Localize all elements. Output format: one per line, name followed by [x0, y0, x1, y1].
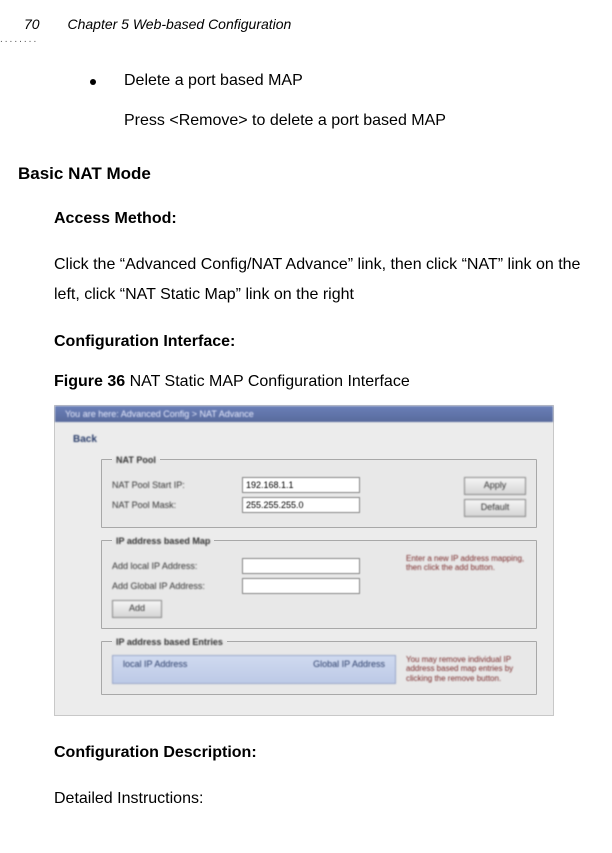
section-heading: Basic NAT Mode — [18, 164, 602, 184]
ip-map-hint: Enter a new IP address mapping, then cli… — [406, 554, 526, 618]
default-button[interactable]: Default — [464, 499, 526, 517]
entries-fieldset: IP address based Entries local IP Addres… — [101, 637, 537, 695]
global-ip-input[interactable] — [242, 578, 360, 594]
apply-button[interactable]: Apply — [464, 477, 526, 495]
screenshot-figure: You are here: Advanced Config > NAT Adva… — [54, 405, 554, 716]
figure-label: Figure 36 — [54, 373, 125, 390]
entries-legend: IP address based Entries — [112, 637, 227, 647]
access-method-text: Click the “Advanced Config/NAT Advance” … — [54, 250, 602, 311]
entries-col-local: local IP Address — [123, 659, 187, 680]
add-button[interactable]: Add — [112, 600, 162, 618]
nat-pool-fieldset: NAT Pool NAT Pool Start IP: NAT Pool Mas… — [101, 455, 537, 528]
access-method-heading: Access Method: — [54, 210, 602, 228]
decorative-dots: ........ — [0, 34, 38, 45]
detailed-instructions-label: Detailed Instructions: — [54, 784, 602, 814]
local-ip-input[interactable] — [242, 558, 360, 574]
bullet-text: Delete a port based MAP — [124, 72, 303, 90]
page-content: Delete a port based MAP Press <Remove> t… — [54, 72, 602, 814]
entries-hint: You may remove individual IP address bas… — [406, 655, 526, 684]
nat-pool-mask-input[interactable] — [242, 497, 360, 513]
local-ip-label: Add local IP Address: — [112, 561, 242, 571]
nat-pool-startip-label: NAT Pool Start IP: — [112, 480, 242, 490]
entries-header-row: local IP Address Global IP Address — [112, 655, 396, 684]
bullet-dot-icon — [90, 79, 96, 85]
nat-pool-mask-label: NAT Pool Mask: — [112, 500, 242, 510]
entries-col-global: Global IP Address — [313, 659, 385, 680]
nat-pool-startip-input[interactable] — [242, 477, 360, 493]
figure-caption-text: NAT Static MAP Configuration Interface — [125, 373, 410, 390]
ip-map-legend: IP address based Map — [112, 536, 214, 546]
back-link[interactable]: Back — [73, 434, 537, 445]
page-header: 70 Chapter 5 Web-based Configuration — [24, 16, 291, 32]
config-interface-heading: Configuration Interface: — [54, 333, 602, 351]
global-ip-label: Add Global IP Address: — [112, 581, 242, 591]
nat-pool-legend: NAT Pool — [112, 455, 160, 465]
bullet-subtext: Press <Remove> to delete a port based MA… — [124, 112, 602, 130]
bullet-item: Delete a port based MAP — [90, 72, 602, 90]
page-number: 70 — [24, 16, 40, 32]
figure-caption: Figure 36 NAT Static MAP Configuration I… — [54, 373, 602, 391]
config-description-heading: Configuration Description: — [54, 744, 602, 762]
chapter-title: Chapter 5 Web-based Configuration — [67, 16, 291, 32]
ip-map-fieldset: IP address based Map Add local IP Addres… — [101, 536, 537, 629]
breadcrumb: You are here: Advanced Config > NAT Adva… — [55, 406, 553, 422]
